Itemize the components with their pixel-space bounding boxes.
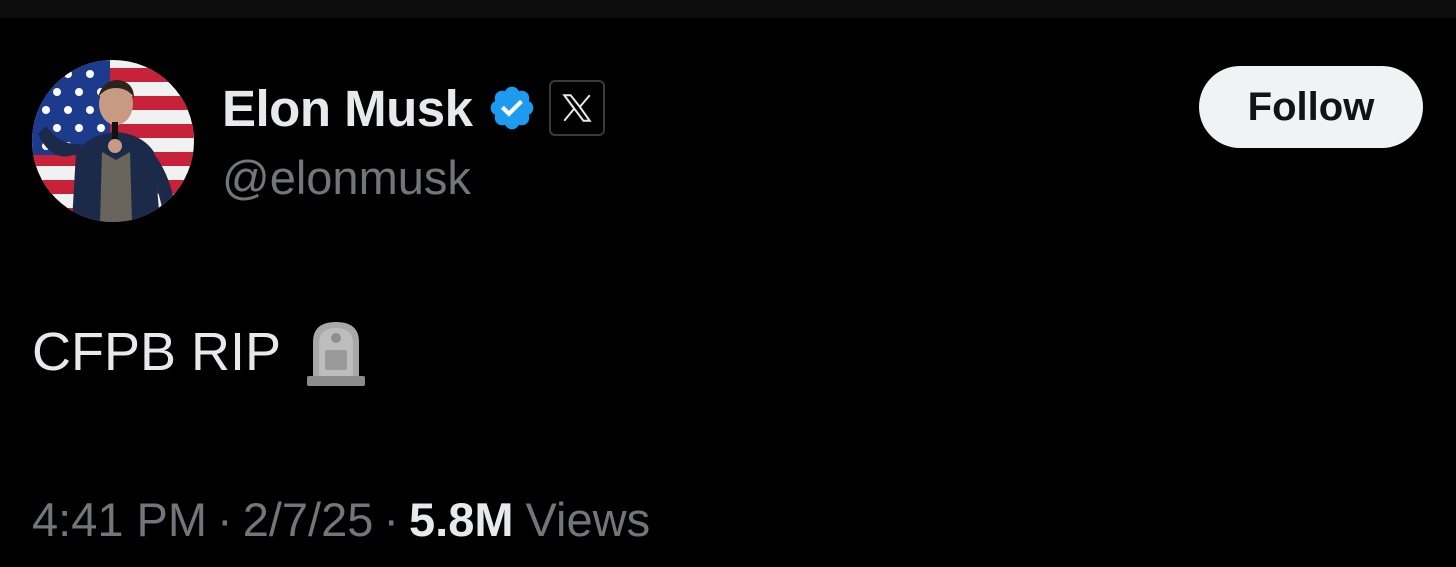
follow-button[interactable]: Follow (1199, 66, 1423, 148)
tweet-card: Elon Musk @elonmusk Follow CFPB RIP 4:41… (0, 0, 1456, 567)
separator: · (383, 492, 400, 546)
tweet-text: CFPB RIP (32, 322, 282, 382)
separator: · (217, 492, 233, 546)
top-bar (0, 0, 1456, 18)
author-handle[interactable]: @elonmusk (222, 150, 471, 205)
tweet-time[interactable]: 4:41 PM (32, 492, 207, 547)
headstone-icon (303, 316, 369, 388)
tweet-meta: 4:41 PM · 2/7/25 · 5.8M Views (32, 484, 650, 554)
tweet-body: CFPB RIP (32, 312, 369, 392)
author-name-row: Elon Musk (222, 72, 605, 144)
author-name[interactable]: Elon Musk (222, 79, 473, 138)
views-count[interactable]: 5.8M (409, 492, 514, 547)
views-label: Views (525, 492, 651, 546)
avatar[interactable] (32, 60, 194, 222)
verified-badge-icon[interactable] (487, 83, 537, 133)
x-logo-icon[interactable] (548, 80, 605, 136)
tweet-date[interactable]: 2/7/25 (243, 492, 374, 547)
avatar-image (32, 60, 194, 222)
